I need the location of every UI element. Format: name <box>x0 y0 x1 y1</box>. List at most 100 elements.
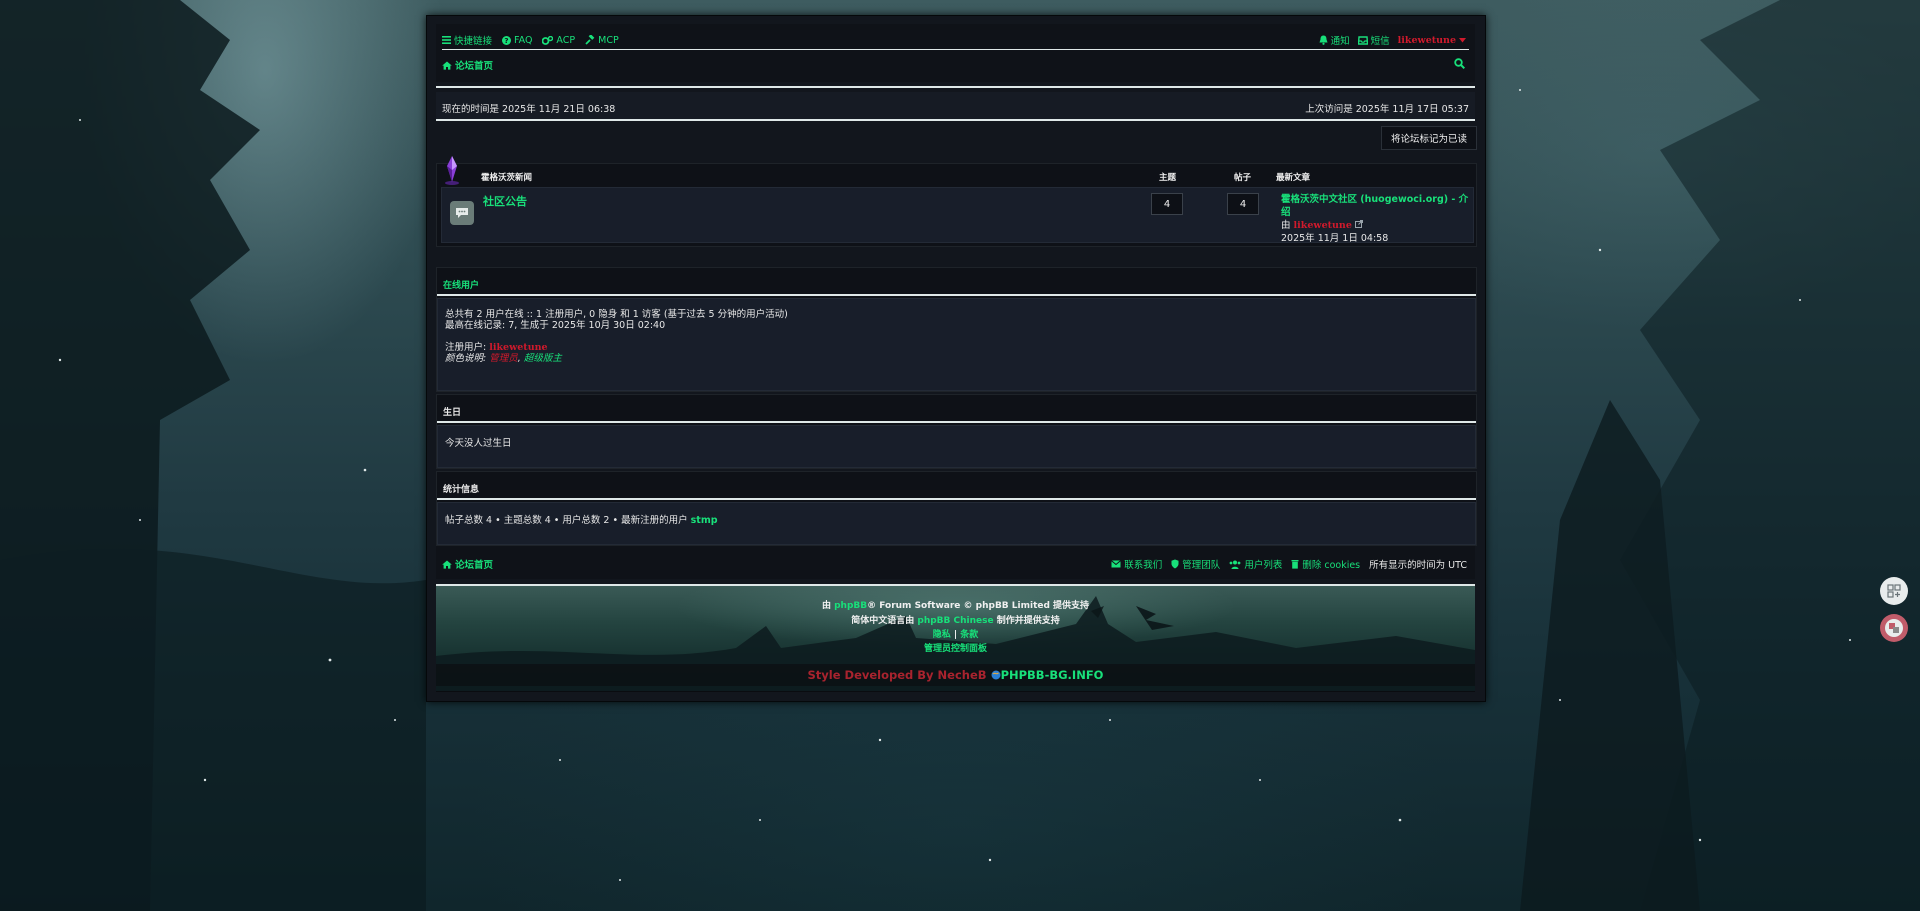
faq-link[interactable]: ? FAQ <box>502 35 532 46</box>
timezone-text: 所有显示的时间为 UTC <box>1369 560 1467 571</box>
forum-title-link[interactable]: 社区公告 <box>483 193 527 209</box>
gavel-icon <box>585 35 595 45</box>
navbar-divider <box>442 49 1469 50</box>
page-wrapper: 快捷链接 ? FAQ ACP MCP 通知 短信 likewetune 论坛首页… <box>426 15 1486 702</box>
home-icon <box>442 61 452 70</box>
style-site-link[interactable]: PHPBB-BG.INFO <box>1001 668 1104 682</box>
current-time: 现在的时间是 2025年 11月 21日 06:38 <box>442 104 616 115</box>
contact-us-label: 联系我们 <box>1124 560 1163 571</box>
user-menu[interactable]: likewetune <box>1398 35 1466 46</box>
col-posts-header: 帖子 <box>1234 173 1252 183</box>
apps-icon <box>1887 584 1901 598</box>
team-label: 管理团队 <box>1182 560 1221 571</box>
faq-label: FAQ <box>514 34 533 46</box>
inbox-icon <box>1357 35 1368 45</box>
notifications-label: 通知 <box>1330 36 1350 47</box>
delete-cookies-label: 删除 cookies <box>1302 560 1361 571</box>
hamburger-icon <box>442 36 451 44</box>
col-lastpost-header: 最新文章 <box>1276 173 1311 183</box>
last-post-info: 霍格沃茨中文社区 (huogewoci.org) - 介绍 由 likewetu… <box>1281 193 1473 245</box>
privacy-link[interactable]: 隐私 <box>933 630 951 640</box>
last-post-date: 2025年 11月 1日 04:58 <box>1281 233 1389 244</box>
mark-forums-read-button[interactable]: 将论坛标记为已读 <box>1381 126 1477 150</box>
last-visit-time: 上次访问是 2025年 11月 17日 05:37 <box>1305 104 1469 115</box>
breadcrumb-label: 论坛首页 <box>455 61 494 72</box>
quick-links-bar: 快捷链接 ? FAQ ACP MCP <box>442 33 619 47</box>
online-users-section: 在线用户 总共有 2 用户在线 :: 1 注册用户, 0 隐身 和 1 访客 (… <box>436 267 1477 392</box>
translation-suffix: 制作并提供支持 <box>996 616 1060 626</box>
phpbb-link[interactable]: phpBB <box>834 601 867 611</box>
view-latest-post-button[interactable] <box>1354 220 1363 231</box>
translate-icon <box>1885 619 1903 637</box>
user-bar: 通知 短信 likewetune <box>1319 33 1466 47</box>
powered-prefix: 由 <box>821 601 831 611</box>
floating-apps-button[interactable] <box>1880 577 1908 605</box>
forum-list-header: 霍格沃茨新闻 主题 帖子 最新文章 <box>437 164 1476 186</box>
posts-count: 4 <box>1227 193 1259 215</box>
online-title-link[interactable]: 在线用户 <box>443 278 479 291</box>
header-divider <box>436 86 1475 88</box>
search-button[interactable] <box>1454 58 1466 72</box>
bell-icon <box>1319 35 1328 45</box>
registered-users-label: 注册用户: <box>445 342 487 353</box>
acp-link[interactable]: ACP <box>542 35 575 46</box>
navbar: 快捷链接 ? FAQ ACP MCP 通知 短信 likewetune 论坛首页 <box>436 24 1475 82</box>
username-label: likewetune <box>1397 34 1456 46</box>
last-post-title-link[interactable]: 霍格沃茨中文社区 (huogewoci.org) - 介绍 <box>1281 194 1468 218</box>
messages-label: 短信 <box>1370 36 1390 47</box>
footer-home-label: 论坛首页 <box>455 560 494 571</box>
svg-text:?: ? <box>504 36 508 45</box>
messages-link[interactable]: 短信 <box>1357 33 1390 47</box>
forum-row: 社区公告 4 4 霍格沃茨中文社区 (huogewoci.org) - 介绍 由… <box>441 187 1474 245</box>
style-author: Style Developed By NecheB <box>807 668 987 682</box>
credits-separator: | <box>953 630 958 640</box>
team-link[interactable]: 管理团队 <box>1171 557 1220 571</box>
notifications-link[interactable]: 通知 <box>1319 33 1350 47</box>
globe-icon <box>991 670 1001 680</box>
mcp-link[interactable]: MCP <box>585 35 619 46</box>
floating-translate-button[interactable] <box>1880 614 1908 642</box>
members-label: 用户列表 <box>1244 560 1283 571</box>
statistics-title: 统计信息 <box>443 485 480 495</box>
birthdays-section: 生日 今天没人过生日 <box>436 394 1477 469</box>
terms-link[interactable]: 条款 <box>960 630 978 640</box>
envelope-icon <box>1111 560 1122 568</box>
online-summary: 总共有 2 用户在线 :: 1 注册用户, 0 隐身 和 1 访客 (基于过去 … <box>445 309 788 320</box>
question-icon: ? <box>502 35 512 45</box>
caret-down-icon <box>1459 37 1466 42</box>
footer-home-link[interactable]: 论坛首页 <box>442 557 493 571</box>
users-icon <box>1229 560 1241 569</box>
acp-label: ACP <box>556 34 576 46</box>
acp-footer-link[interactable]: 管理员控制面板 <box>924 644 987 654</box>
col-topics-header: 主题 <box>1159 173 1177 183</box>
credits-banner: 由 phpBB® Forum Software © phpBB Limited … <box>436 584 1475 692</box>
delete-cookies-link[interactable]: 删除 cookies <box>1291 557 1360 571</box>
contact-us-link[interactable]: 联系我们 <box>1111 557 1162 571</box>
last-post-by: 由 <box>1281 220 1291 231</box>
footer-navbar: 论坛首页 联系我们 管理团队 用户列表 删除 cookies 所有显示的时间为 … <box>436 546 1475 579</box>
last-post-user-link[interactable]: likewetune <box>1294 220 1352 231</box>
topics-count: 4 <box>1151 193 1183 215</box>
trash-icon <box>1291 560 1299 569</box>
forum-category-block: 霍格沃茨新闻 主题 帖子 最新文章 社区公告 4 4 霍格沃茨中文社区 (huo… <box>436 156 1477 247</box>
registered-user-link[interactable]: likewetune <box>489 342 547 353</box>
breadcrumb-home[interactable]: 论坛首页 <box>442 58 493 72</box>
statistics-section: 统计信息 帖子总数 4 • 主题总数 4 • 用户总数 2 • 最新注册的用户 … <box>436 471 1477 546</box>
legend-separator: , <box>517 353 521 364</box>
legend-global-mod-link[interactable]: 超级版主 <box>524 353 562 364</box>
powered-suffix: ® Forum Software © phpBB Limited 提供支持 <box>867 601 1090 611</box>
legend-admin-link[interactable]: 管理员 <box>489 353 518 364</box>
footer-links: 联系我们 管理团队 用户列表 删除 cookies 所有显示的时间为 UTC <box>1111 557 1467 571</box>
quicklinks-menu[interactable]: 快捷链接 <box>442 33 492 47</box>
quicklinks-label: 快捷链接 <box>454 36 493 47</box>
birthdays-title: 生日 <box>443 408 462 418</box>
style-credit: Style Developed By NecheB PHPBB-BG.INFO <box>436 664 1475 686</box>
speech-bubble-icon <box>456 208 468 218</box>
external-link-icon <box>1354 220 1363 228</box>
category-title: 霍格沃茨新闻 <box>481 173 533 183</box>
members-link[interactable]: 用户列表 <box>1229 557 1282 571</box>
newest-user-link[interactable]: stmp <box>691 515 718 526</box>
phpbb-chinese-link[interactable]: phpBB Chinese <box>917 616 993 626</box>
home-icon <box>442 560 452 569</box>
gears-icon <box>542 35 554 45</box>
